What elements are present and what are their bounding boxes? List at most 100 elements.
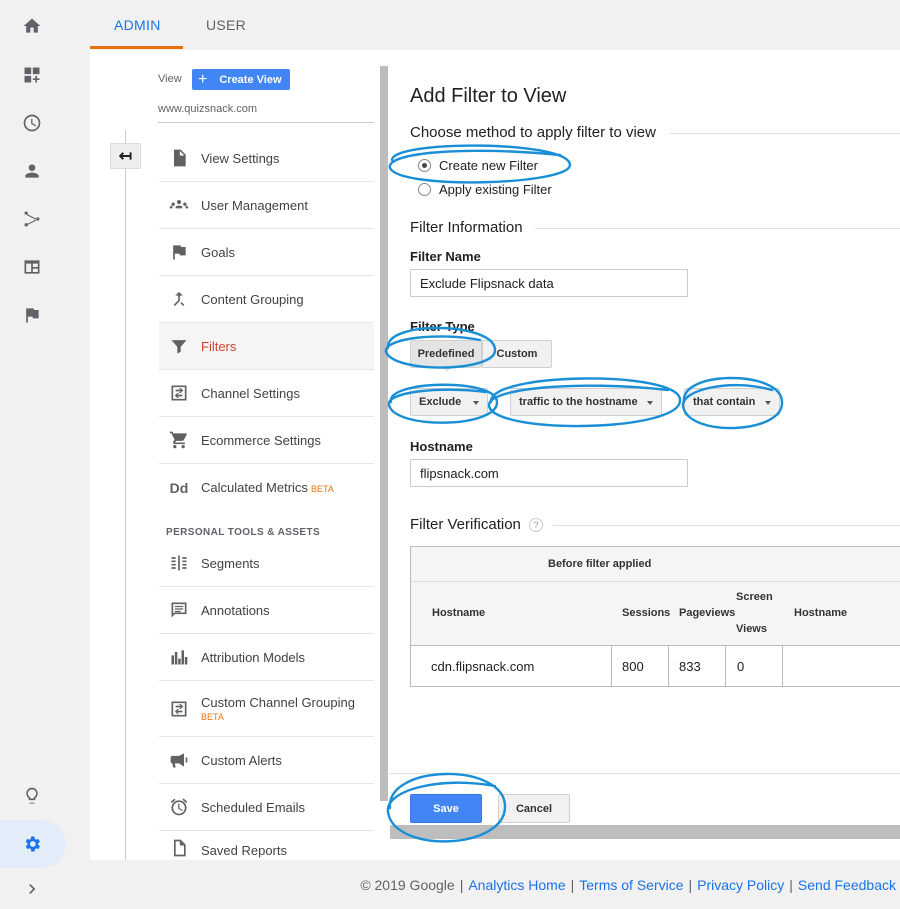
dd-icon: Dd — [169, 479, 189, 496]
menu-item-custom-alerts[interactable]: Custom Alerts — [159, 737, 374, 784]
tab-user[interactable]: USER — [206, 17, 246, 33]
save-button[interactable]: Save — [410, 794, 482, 823]
page-title: Add Filter to View — [410, 85, 567, 107]
funnel-icon — [167, 334, 191, 358]
menu-label: Filters — [201, 338, 237, 354]
column-divider — [725, 646, 726, 687]
cell-screen-views: 0 — [737, 659, 745, 674]
chevron-down-icon — [765, 401, 771, 405]
column-divider — [782, 646, 783, 687]
footer-separator: | — [570, 877, 575, 893]
channel-icon — [167, 381, 191, 405]
channel-icon — [167, 697, 191, 721]
chevron-down-icon — [473, 401, 479, 405]
copyright-text: © 2019 Google — [360, 877, 455, 893]
privacy-policy-link[interactable]: Privacy Policy — [697, 877, 784, 893]
analytics-home-link[interactable]: Analytics Home — [468, 877, 565, 893]
hostname-input[interactable] — [410, 459, 688, 487]
menu-item-filters[interactable]: Filters — [159, 323, 374, 370]
view-label: View — [158, 73, 182, 85]
method-section-title: Choose method to apply filter to view — [410, 124, 656, 141]
active-tab-indicator — [90, 46, 183, 49]
radio-label: Create new Filter — [439, 158, 538, 173]
person-icon[interactable] — [20, 159, 44, 183]
column-header: Screen — [736, 591, 773, 603]
menu-label: Custom Channel Grouping BETA — [201, 695, 355, 722]
condition-dropdown[interactable]: that contain — [684, 388, 780, 416]
column-divider — [668, 646, 669, 687]
terms-of-service-link[interactable]: Terms of Service — [579, 877, 683, 893]
radio-apply-existing-filter[interactable]: Apply existing Filter — [418, 182, 552, 197]
create-view-button[interactable]: + Create View — [192, 69, 290, 90]
radio-button[interactable] — [418, 159, 431, 172]
clock-icon[interactable] — [20, 111, 44, 135]
alarm-icon — [167, 795, 191, 819]
view-selector[interactable]: www.quizsnack.com — [158, 103, 257, 115]
column-header: Sessions — [622, 607, 671, 619]
menu-scrollbar[interactable] — [380, 66, 388, 801]
menu-item-user-management[interactable]: User Management — [159, 182, 374, 229]
lightbulb-icon[interactable] — [20, 784, 44, 808]
cell-pageviews: 833 — [679, 659, 701, 674]
tab-admin[interactable]: ADMIN — [114, 17, 161, 33]
menu-item-content-grouping[interactable]: Content Grouping — [159, 276, 374, 323]
dropdown-value: Exclude — [419, 396, 462, 408]
footer-separator: | — [789, 877, 793, 893]
menu-label: Calculated Metrics BETA — [201, 480, 334, 495]
table-group-header: Before filter applied — [411, 547, 900, 582]
column-header: Hostname — [432, 607, 486, 619]
menu-label: Ecommerce Settings — [201, 432, 321, 448]
menu-label: Saved Reports — [201, 843, 287, 858]
beta-badge: BETA — [310, 484, 334, 494]
menu-item-scheduled-emails[interactable]: Scheduled Emails — [159, 784, 374, 831]
menu-item-view-settings[interactable]: View Settings — [159, 135, 374, 182]
menu-item-segments[interactable]: Segments — [159, 540, 374, 587]
info-section-title: Filter Information — [410, 219, 523, 236]
filter-name-label: Filter Name — [410, 249, 481, 264]
menu-item-ecommerce-settings[interactable]: Ecommerce Settings — [159, 417, 374, 464]
menu-item-calculated-metrics[interactable]: Dd Calculated Metrics BETA — [159, 464, 374, 511]
menu-item-saved-reports[interactable]: Saved Reports — [159, 831, 374, 860]
send-feedback-link[interactable]: Send Feedback — [798, 877, 896, 893]
home-icon[interactable] — [20, 14, 44, 38]
section-divider — [670, 133, 900, 134]
section-divider — [535, 228, 900, 229]
menu-label: Attribution Models — [201, 649, 306, 665]
predefined-button[interactable]: Predefined — [410, 340, 482, 368]
radio-button[interactable] — [418, 183, 431, 196]
menu-item-annotations[interactable]: Annotations — [159, 587, 374, 634]
verification-section-title: Filter Verification — [410, 516, 521, 533]
action-dropdown[interactable]: Exclude — [410, 388, 488, 416]
behavior-icon[interactable] — [20, 255, 44, 279]
personal-tools-heading: PERSONAL TOOLS & ASSETS — [166, 527, 321, 538]
menu-item-custom-channel-grouping[interactable]: Custom Channel Grouping BETA — [159, 681, 374, 737]
footer: © 2019 Google | Analytics Home | Terms o… — [360, 877, 896, 893]
filter-type-label: Filter Type — [410, 319, 475, 334]
expand-chevron-icon[interactable] — [20, 877, 44, 901]
gear-icon[interactable] — [20, 832, 44, 856]
actions-divider — [390, 773, 900, 774]
horizontal-scrollbar[interactable] — [390, 825, 900, 839]
menu-item-goals[interactable]: Goals — [159, 229, 374, 276]
acquisition-icon[interactable] — [20, 207, 44, 231]
custom-button[interactable]: Custom — [482, 340, 552, 368]
cancel-button[interactable]: Cancel — [498, 794, 570, 823]
customization-icon[interactable] — [20, 63, 44, 87]
radio-create-new-filter[interactable]: Create new Filter — [418, 158, 538, 173]
filter-name-input[interactable] — [410, 269, 688, 297]
flag-icon[interactable] — [20, 303, 44, 327]
footer-separator: | — [688, 877, 693, 893]
radio-label: Apply existing Filter — [439, 182, 552, 197]
cell-sessions: 800 — [622, 659, 644, 674]
table-header-row: Hostname Sessions Pageviews Screen Views… — [411, 582, 900, 646]
grouping-icon — [167, 287, 191, 311]
back-arrow-button[interactable]: ↤ — [110, 143, 141, 169]
help-icon[interactable]: ? — [529, 518, 543, 532]
hostname-label: Hostname — [410, 439, 473, 454]
menu-item-attribution-models[interactable]: Attribution Models — [159, 634, 374, 681]
footer-separator: | — [459, 877, 464, 893]
source-dropdown[interactable]: traffic to the hostname — [510, 388, 662, 416]
column-divider — [611, 646, 612, 687]
flag-icon — [167, 240, 191, 264]
menu-item-channel-settings[interactable]: Channel Settings — [159, 370, 374, 417]
